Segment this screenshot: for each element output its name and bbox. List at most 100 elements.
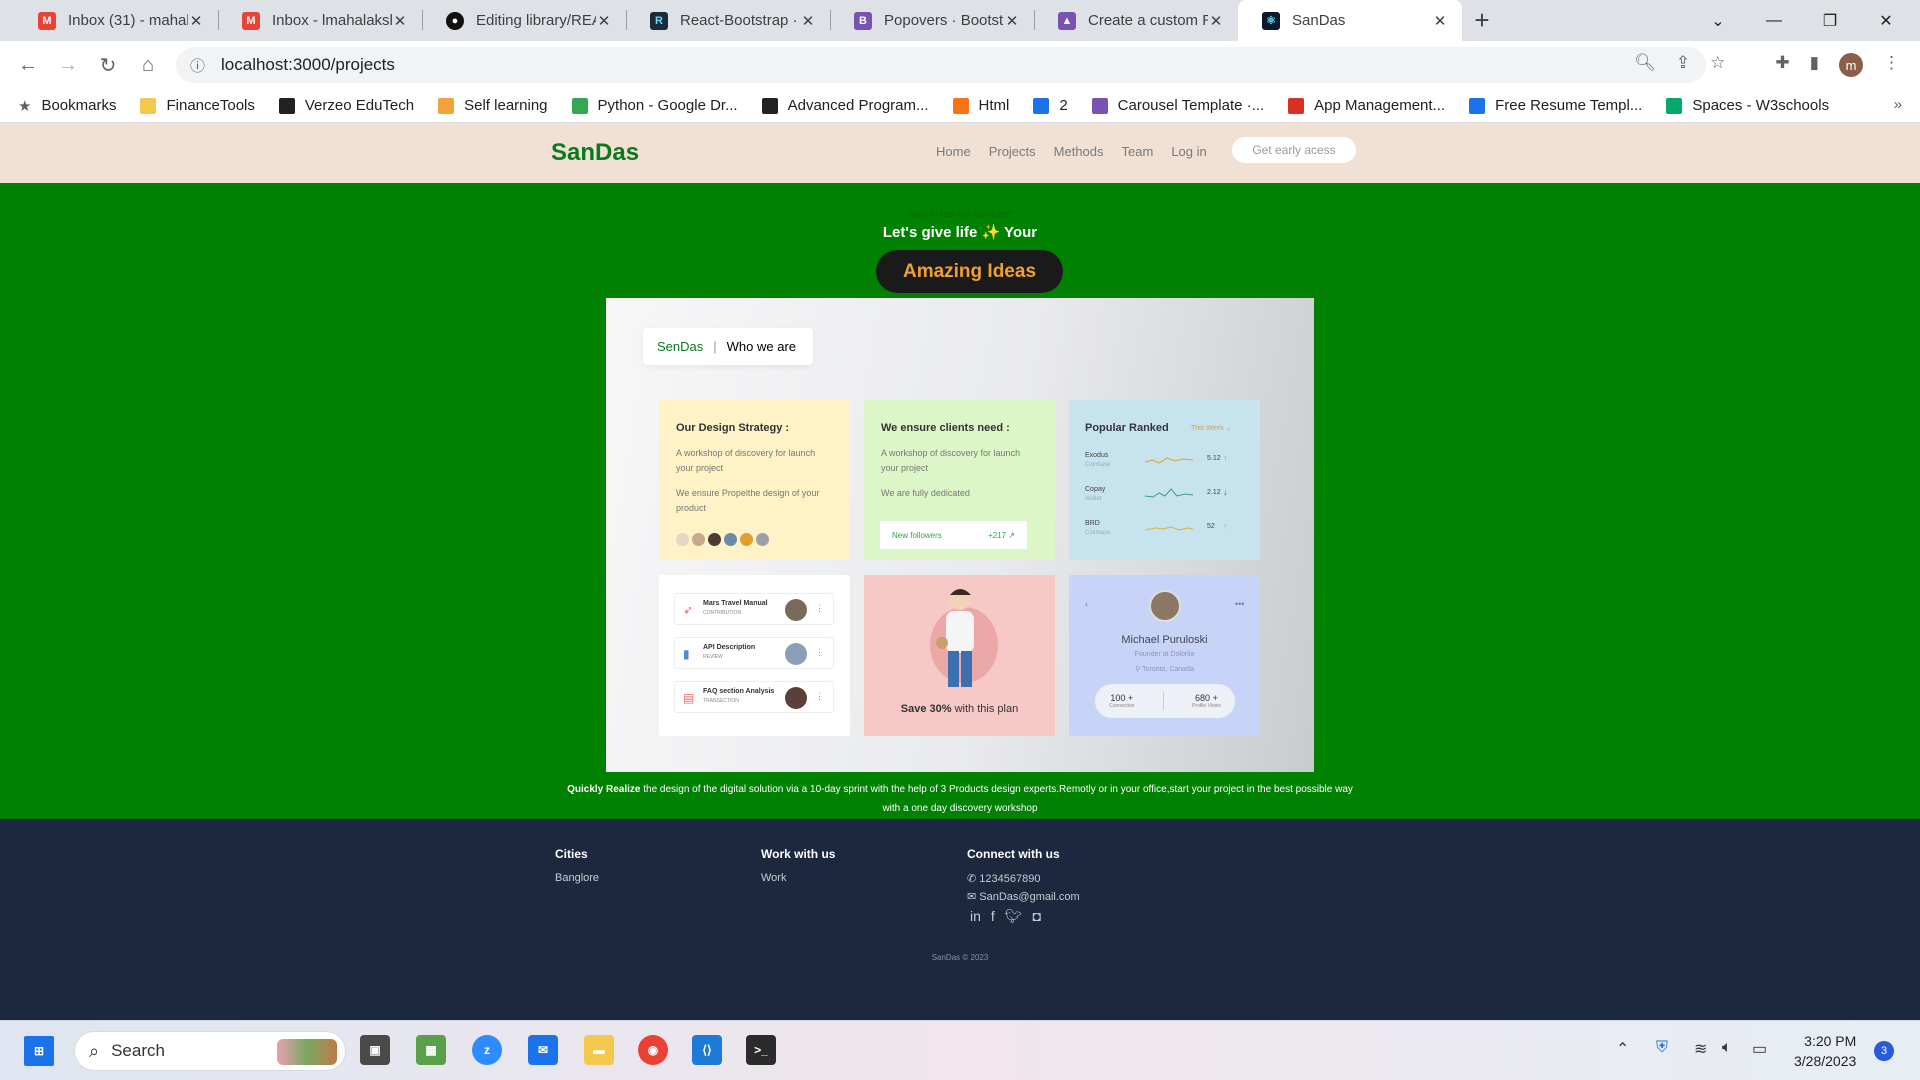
system-clock[interactable]: 3:20 PM 3/28/2023	[1794, 1031, 1856, 1071]
bookmark-item[interactable]: FinanceTools	[140, 97, 255, 114]
url-bar[interactable]: ⓘ localhost:3000/projects	[176, 47, 1706, 83]
footer-city-link[interactable]: Banglore	[555, 872, 599, 884]
footer-phone[interactable]: ✆ 1234567890	[967, 872, 1040, 885]
bookmark-item[interactable]: ★ Bookmarks	[18, 97, 116, 115]
location-text: Toronto, Canada	[1142, 666, 1194, 673]
browser-tab[interactable]: M Inbox - lmahalakshmi✕	[218, 0, 422, 41]
forward-icon[interactable]: →	[48, 45, 88, 85]
security-icon[interactable]: ⛨	[1656, 1039, 1668, 1057]
close-icon[interactable]: ✕	[800, 12, 816, 30]
bar-chart-icon	[438, 97, 455, 114]
chevron-left-icon[interactable]: ‹	[1085, 599, 1088, 609]
task-view-icon[interactable]: ▣	[360, 1035, 390, 1065]
instagram-icon[interactable]: ◘	[1033, 908, 1041, 925]
close-icon[interactable]: ✕	[1208, 12, 1224, 30]
bookmark-item[interactable]: Advanced Program...	[761, 97, 929, 114]
close-icon[interactable]: ✕	[596, 12, 612, 30]
windows-start-icon[interactable]: ⊞	[24, 1036, 54, 1066]
more-icon[interactable]: ⋮	[815, 691, 824, 702]
nav-projects[interactable]: Projects	[989, 144, 1036, 159]
star-icon: ★	[18, 97, 32, 115]
bookmark-item[interactable]: 2	[1033, 97, 1068, 114]
bookmark-item[interactable]: Html	[952, 97, 1009, 114]
volume-icon[interactable]: 🔈︎	[1722, 1039, 1732, 1057]
save-percent: Save 30%	[900, 703, 952, 715]
nav-login[interactable]: Log in	[1171, 144, 1206, 159]
bookmark-item[interactable]: Free Resume Templ...	[1469, 97, 1642, 114]
site-logo[interactable]: SanDas	[551, 139, 639, 167]
battery-icon[interactable]: ▭	[1752, 1039, 1767, 1059]
more-icon[interactable]: •••	[1235, 599, 1244, 609]
restore-button[interactable]: ❐	[1802, 0, 1858, 41]
browser-tab[interactable]: ● Editing library/READM✕	[422, 0, 626, 41]
footer-email[interactable]: ✉ SanDas@gmail.com	[967, 890, 1080, 903]
avatar[interactable]: m	[1839, 53, 1863, 77]
vscode-icon[interactable]: ⟨⟩	[692, 1035, 722, 1065]
bookmark-item[interactable]: Verzeo EduTech	[278, 97, 414, 114]
nav-team[interactable]: Team	[1122, 144, 1154, 159]
widgets-icon[interactable]: ▦	[416, 1035, 446, 1065]
close-icon[interactable]: ✕	[392, 12, 408, 30]
mail-icon[interactable]: ✉	[528, 1035, 558, 1065]
bookmark-item[interactable]: App Management...	[1288, 97, 1445, 114]
coin-source: Coinbase	[1085, 462, 1111, 468]
card-text: We are fully dedicated	[881, 488, 970, 498]
early-access-button[interactable]: Get early acess	[1232, 137, 1356, 163]
close-icon[interactable]: ✕	[188, 12, 204, 30]
file-explorer-icon[interactable]: ▬	[584, 1035, 614, 1065]
close-icon[interactable]: ✕	[1432, 12, 1448, 30]
url-text[interactable]: localhost:3000/projects	[221, 55, 395, 75]
terminal-icon[interactable]: >_	[746, 1035, 776, 1065]
zoom-icon[interactable]: z	[472, 1035, 502, 1065]
star-icon[interactable]: ☆	[1710, 53, 1725, 77]
chrome-icon[interactable]: ◉	[638, 1035, 668, 1065]
card-text: A workshop of discovery for launch your …	[881, 448, 1021, 473]
close-icon[interactable]: ✕	[1004, 12, 1020, 30]
browser-tab[interactable]: B Popovers · Bootstrap✕	[830, 0, 1034, 41]
period-dropdown[interactable]: This Week ⌄	[1191, 424, 1232, 432]
list-item[interactable]: ▮ API Description REVIEW ⋮	[674, 637, 834, 669]
taskbar-search[interactable]: ⌕ Search	[74, 1031, 346, 1071]
close-window-button[interactable]: ✕	[1858, 0, 1914, 41]
new-tab-button[interactable]: +	[1462, 0, 1502, 41]
bookmark-item[interactable]: Carousel Template ·...	[1091, 97, 1264, 114]
tab-search-icon[interactable]: ⌄	[1690, 0, 1746, 41]
zoom-icon[interactable]: 🔍︎	[1634, 53, 1656, 77]
bar-chart-icon: ▮	[683, 647, 690, 661]
back-icon[interactable]: ←	[8, 45, 48, 85]
reload-icon[interactable]: ↻	[88, 45, 128, 85]
nav-methods[interactable]: Methods	[1054, 144, 1104, 159]
menu-icon[interactable]: ⋮	[1883, 53, 1900, 77]
facebook-icon[interactable]: f	[991, 908, 995, 925]
linkedin-icon[interactable]: in	[970, 908, 981, 925]
chevron-up-icon[interactable]: ⌃	[1616, 1039, 1629, 1059]
share-icon[interactable]: ⇪	[1676, 53, 1690, 77]
site-footer: Cities Banglore Work with us Work Connec…	[0, 819, 1920, 1020]
amazing-ideas-button[interactable]: Amazing Ideas	[876, 250, 1063, 293]
side-panel-icon[interactable]: ▮	[1810, 53, 1819, 77]
home-icon[interactable]: ⌂	[128, 45, 168, 85]
footer-work-link[interactable]: Work	[761, 872, 786, 884]
bookmark-item[interactable]: Python - Google Dr...	[571, 97, 738, 114]
mail-icon: ✉	[967, 891, 977, 903]
site-info-icon[interactable]: ⓘ	[190, 55, 205, 76]
browser-tab-active[interactable]: ⚛ SanDas ✕	[1238, 0, 1462, 41]
browser-tab[interactable]: M Inbox (31) - mahal191✕	[14, 0, 218, 41]
bookmark-item[interactable]: Spaces - W3schools	[1666, 97, 1829, 114]
list-item[interactable]: ➶ Mars Travel Manual CONTRIBUTION ⋮	[674, 593, 834, 625]
browser-tab[interactable]: R React-Bootstrap · Rea✕	[626, 0, 830, 41]
more-icon[interactable]: ⋮	[815, 603, 824, 614]
notification-badge[interactable]: 3	[1874, 1041, 1894, 1061]
bootstrap-icon	[1091, 97, 1108, 114]
who-we-are-box: SenDas | Who we are	[643, 328, 813, 365]
twitter-icon[interactable]: 🐦︎	[1005, 908, 1023, 925]
more-icon[interactable]: ⋮	[815, 647, 824, 658]
bookmark-item[interactable]: Self learning	[438, 97, 548, 114]
minimize-button[interactable]: —	[1746, 0, 1802, 41]
list-item[interactable]: ▤ FAQ section Analysis TRANSECTION ⋮	[674, 681, 834, 713]
browser-tab[interactable]: ▲ Create a custom Reac✕	[1034, 0, 1238, 41]
nav-home[interactable]: Home	[936, 144, 971, 159]
wifi-icon[interactable]: ≋	[1694, 1039, 1707, 1059]
extensions-icon[interactable]: ✚	[1775, 53, 1789, 77]
more-bookmarks-icon[interactable]: »	[1894, 96, 1902, 113]
